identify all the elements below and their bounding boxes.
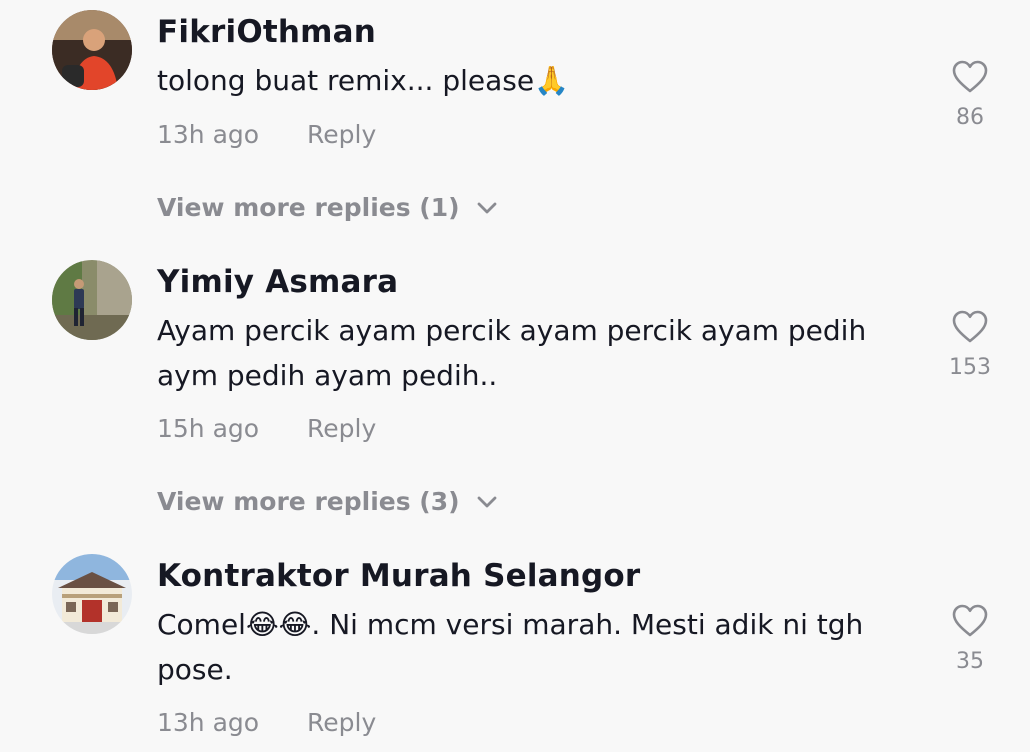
comment-meta: 13h ago Reply	[157, 706, 376, 740]
view-more-replies-label: View more replies (1)	[157, 193, 460, 222]
avatar[interactable]	[52, 10, 132, 90]
comment-username[interactable]: FikriOthman	[157, 12, 376, 52]
comment-text: Comel😂😂. Ni mcm versi marah. Mesti adik …	[157, 608, 864, 686]
chevron-down-icon	[477, 202, 496, 214]
comment-username[interactable]: Kontraktor Murah Selangor	[157, 556, 640, 596]
view-more-replies-label: View more replies (3)	[157, 487, 460, 516]
like-control: 86	[935, 60, 1005, 132]
comment-meta: 13h ago Reply	[157, 118, 376, 152]
comment-meta: 15h ago Reply	[157, 412, 376, 446]
view-more-replies-button[interactable]: View more replies (3)	[157, 485, 498, 519]
avatar-image	[52, 10, 132, 90]
avatar-image	[52, 260, 132, 340]
like-count: 86	[956, 105, 984, 130]
heart-outline-icon[interactable]	[952, 60, 988, 94]
heart-outline-icon[interactable]	[952, 604, 988, 638]
heart-outline-icon[interactable]	[952, 310, 988, 344]
avatar-image	[52, 554, 132, 634]
view-more-replies-button[interactable]: View more replies (1)	[157, 191, 498, 225]
comment-username[interactable]: Yimiy Asmara	[157, 262, 398, 302]
comment-timestamp: 13h ago	[157, 708, 260, 737]
reply-button[interactable]: Reply	[307, 708, 376, 737]
like-control: 35	[935, 604, 1005, 676]
like-count: 153	[949, 355, 991, 380]
comment-timestamp: 15h ago	[157, 414, 260, 443]
comment-list: FikriOthman tolong buat remix... please🙏…	[0, 0, 1030, 752]
comment-timestamp: 13h ago	[157, 120, 260, 149]
comment-text: Ayam percik ayam percik ayam percik ayam…	[157, 314, 867, 392]
like-control: 153	[935, 310, 1005, 382]
avatar[interactable]	[52, 554, 132, 634]
like-count: 35	[956, 649, 984, 674]
reply-button[interactable]: Reply	[307, 120, 376, 149]
avatar[interactable]	[52, 260, 132, 340]
chevron-down-icon	[477, 496, 496, 508]
reply-button[interactable]: Reply	[307, 414, 376, 443]
comment-text: tolong buat remix... please🙏	[157, 64, 569, 97]
